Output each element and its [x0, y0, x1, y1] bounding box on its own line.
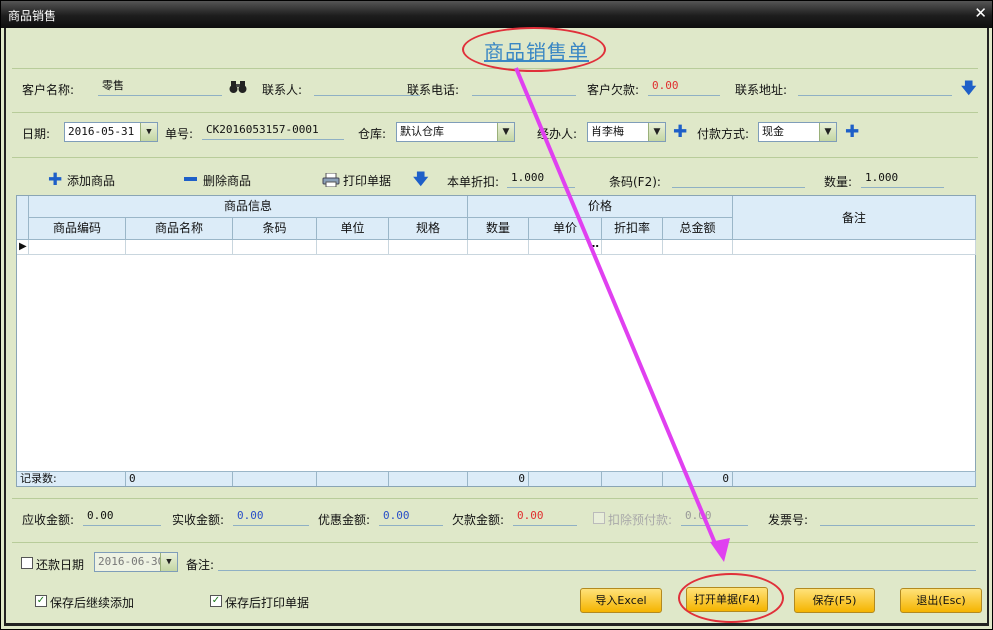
annotation-arrow [514, 67, 730, 562]
